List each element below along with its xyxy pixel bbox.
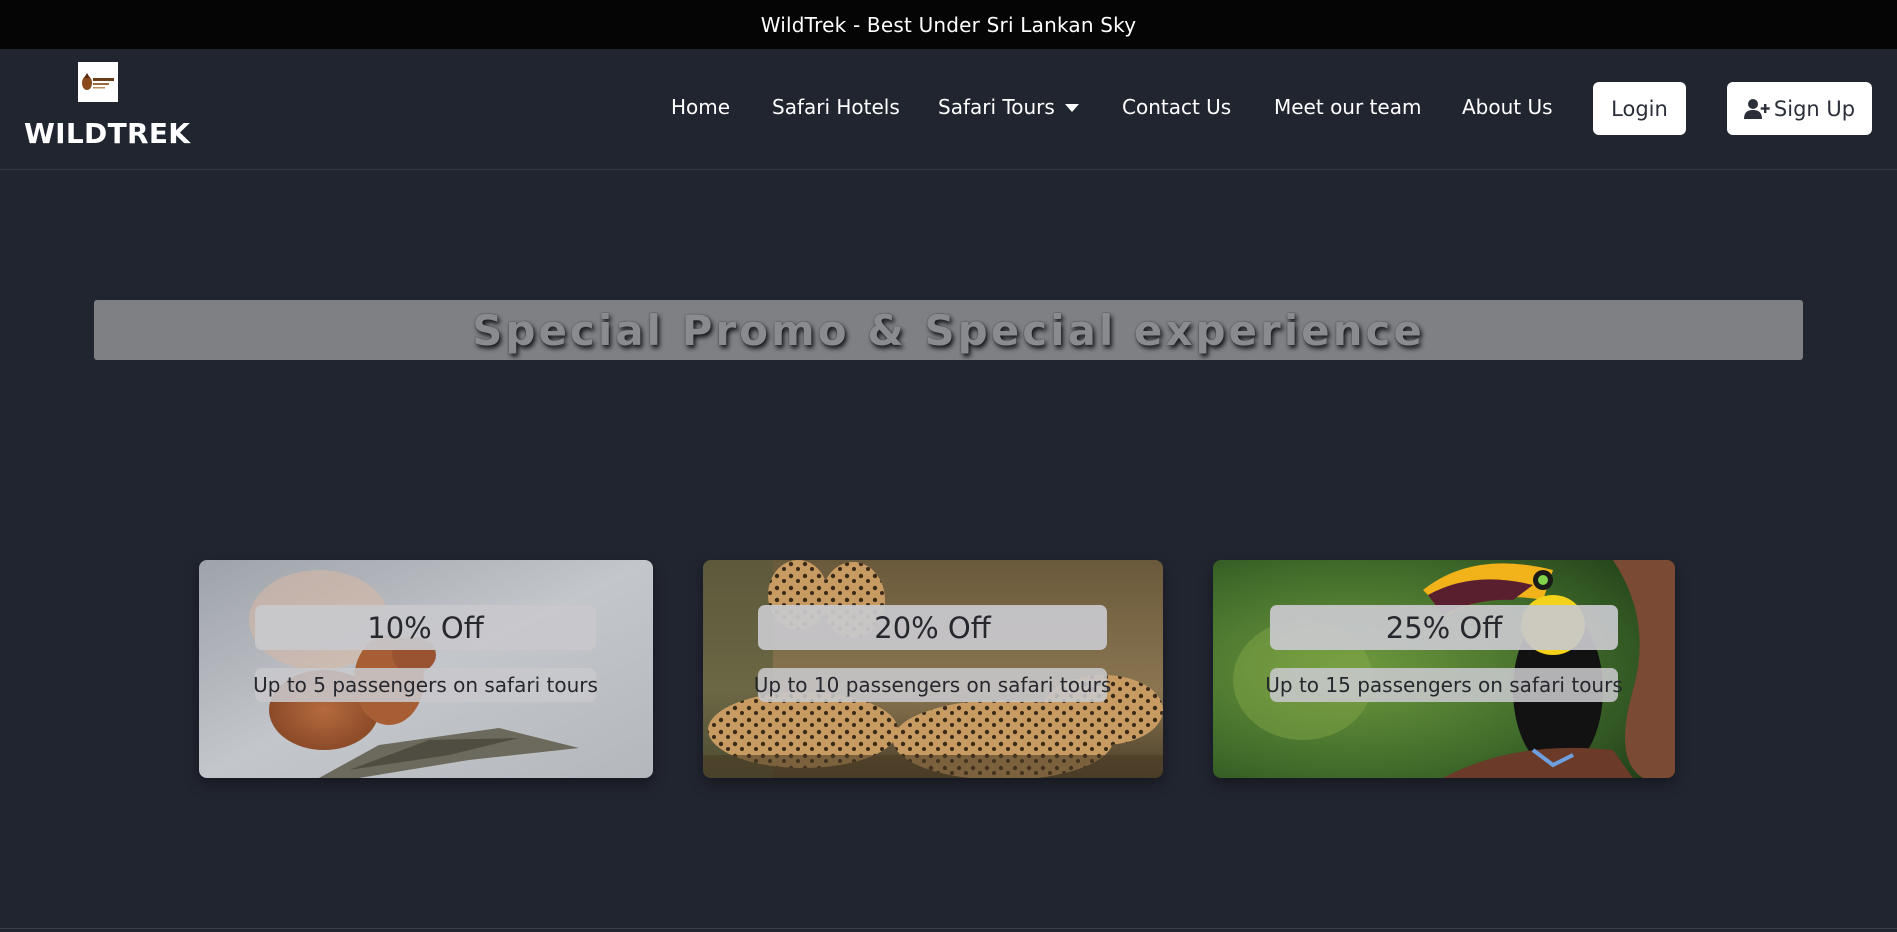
signup-button[interactable]: Sign Up — [1727, 82, 1872, 135]
announcement-bar: WildTrek - Best Under Sri Lankan Sky — [0, 0, 1897, 49]
discount-description: Up to 15 passengers on safari tours — [1265, 668, 1623, 702]
nav-about-us[interactable]: About Us — [1462, 95, 1553, 119]
discount-description: Up to 10 passengers on safari tours — [754, 668, 1111, 702]
promo-card[interactable]: 25% Off Up to 15 passengers on safari to… — [1213, 560, 1675, 778]
promo-title: Special Promo & Special experience — [472, 305, 1425, 355]
nav-safari-hotels[interactable]: Safari Hotels — [772, 95, 900, 119]
promo-title-bar: Special Promo & Special experience — [94, 300, 1803, 360]
nav-contact-us[interactable]: Contact Us — [1122, 95, 1231, 119]
nav-home[interactable]: Home — [671, 95, 730, 119]
nav-safari-tours-label: Safari Tours — [938, 95, 1055, 119]
user-plus-icon — [1743, 98, 1770, 119]
promo-card[interactable]: 20% Off Up to 10 passengers on safari to… — [703, 560, 1163, 778]
login-label: Login — [1611, 96, 1668, 121]
discount-badge: 25% Off — [1270, 605, 1618, 650]
nav-safari-tours[interactable]: Safari Tours — [938, 95, 1079, 119]
navbar: WILDTREK Home Safari Hotels Safari Tours… — [0, 49, 1897, 170]
promo-card[interactable]: 10% Off Up to 5 passengers on safari tou… — [199, 560, 653, 778]
discount-badge: 20% Off — [758, 605, 1107, 650]
login-button[interactable]: Login — [1593, 82, 1686, 135]
signup-label: Sign Up — [1773, 96, 1856, 121]
announcement-text: WildTrek - Best Under Sri Lankan Sky — [760, 12, 1137, 37]
nav-meet-our-team[interactable]: Meet our team — [1274, 95, 1421, 119]
caret-down-icon — [1064, 104, 1079, 112]
discount-description: Up to 5 passengers on safari tours — [253, 668, 598, 702]
section-divider — [0, 928, 1897, 929]
discount-badge: 10% Off — [255, 605, 596, 650]
